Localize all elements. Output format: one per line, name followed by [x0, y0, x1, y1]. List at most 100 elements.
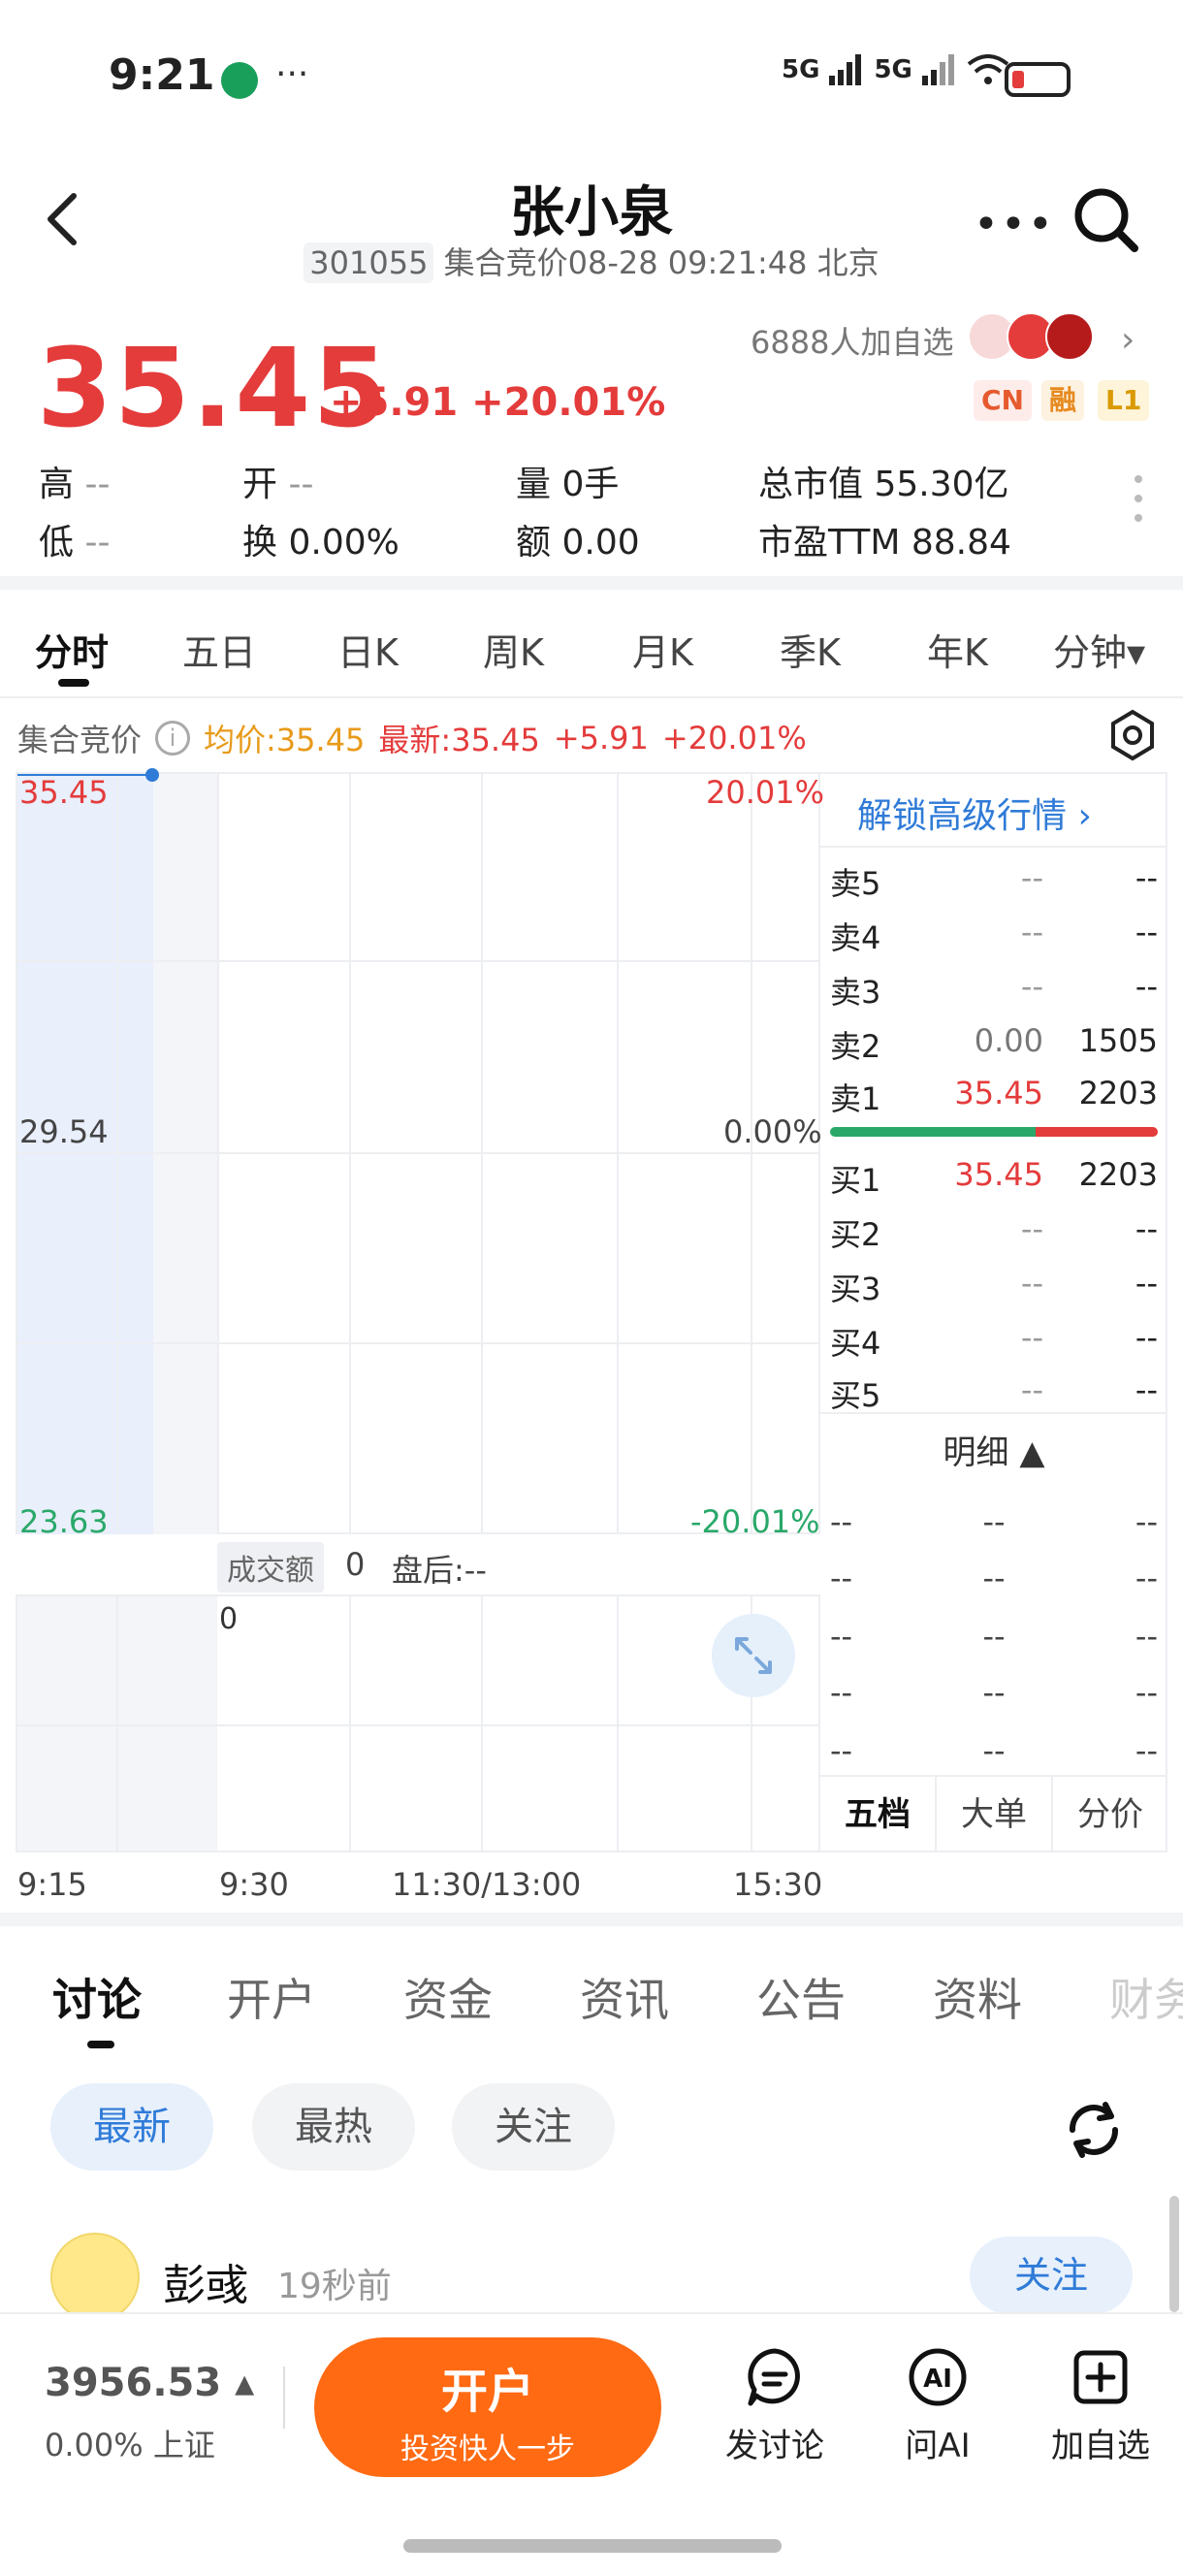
- plus-square-icon: [1073, 2350, 1128, 2404]
- ask-ai-button[interactable]: AI 问AI: [865, 2345, 1010, 2466]
- grid-line: [116, 774, 118, 1534]
- filter-following[interactable]: 关注: [452, 2083, 615, 2171]
- more-icon[interactable]: •••: [974, 200, 1055, 249]
- time-label: 9:15: [17, 1866, 87, 1903]
- scrollbar[interactable]: [1169, 2196, 1179, 2312]
- detail-header[interactable]: 明细 ▲: [820, 1426, 1167, 1473]
- ask-price: 0.00: [974, 1022, 1043, 1059]
- quote-low-label: 低: [39, 523, 75, 563]
- quote-high-value: --: [84, 465, 111, 504]
- index-value[interactable]: 3956.53 ▴: [45, 2361, 254, 2405]
- tab-intraday[interactable]: 分时: [35, 623, 109, 676]
- post-time: 19秒前: [277, 2267, 392, 2306]
- tag-cn: CN: [974, 380, 1032, 421]
- chart-change-pct: +20.01%: [661, 720, 807, 757]
- home-indicator[interactable]: [403, 2539, 782, 2553]
- watch-count[interactable]: 6888人加自选: [751, 318, 953, 363]
- info-icon[interactable]: i: [155, 721, 191, 756]
- quote-low-value: --: [84, 523, 111, 563]
- bid-row: 买1 35.45 2203: [830, 1156, 1158, 1201]
- tab-minute[interactable]: 分钟▾: [1053, 623, 1145, 676]
- tab-funds[interactable]: 资金: [403, 1965, 493, 2029]
- tab-daily-k[interactable]: 日K: [337, 623, 399, 676]
- sell-strength-bar: [1036, 1127, 1158, 1137]
- bid-row: 买4 -- --: [830, 1319, 1158, 1364]
- section-divider: [0, 1913, 1183, 1926]
- refresh-icon[interactable]: [1059, 2095, 1129, 2165]
- quote-pe-value: 88.84: [911, 523, 1011, 563]
- chart-change: +5.91: [553, 720, 649, 757]
- tab-price-distribution[interactable]: 分价: [1053, 1777, 1167, 1852]
- status-time: 9:21: [109, 50, 215, 100]
- ask-ai-label: 问AI: [905, 2427, 971, 2465]
- avg-price: 均价:35.45: [204, 722, 366, 758]
- tab-yearly-k[interactable]: 年K: [927, 623, 988, 676]
- tag-margin: 融: [1041, 380, 1085, 421]
- quote-turnover-value: 0.00%: [288, 523, 400, 563]
- grid-line: [17, 1342, 820, 1344]
- ai-icon: AI: [909, 2348, 967, 2406]
- pct-axis-bot: -20.01%: [690, 1503, 820, 1540]
- quote-amount-value: 0.00: [561, 523, 640, 563]
- quote-volume-label: 量: [516, 465, 552, 504]
- grid-line: [116, 1596, 118, 1851]
- quote-high: 高 --: [39, 456, 110, 506]
- after-hours: 盘后:--: [392, 1552, 487, 1589]
- tab-quarterly-k[interactable]: 季K: [780, 623, 841, 676]
- open-account-title: 开户: [440, 2365, 534, 2419]
- more-quote-handle[interactable]: [1135, 475, 1144, 533]
- quote-pe: 市盈TTM 88.84: [758, 514, 1011, 564]
- time-label: 15:30: [733, 1866, 823, 1903]
- tab-large-orders[interactable]: 大单: [937, 1777, 1053, 1852]
- tab-profile[interactable]: 资料: [933, 1965, 1022, 2029]
- ask-volume: --: [1135, 968, 1158, 1005]
- tab-monthly-k[interactable]: 月K: [632, 623, 693, 676]
- unlock-advanced-link[interactable]: 解锁高级行情 ›: [857, 788, 1092, 838]
- expand-icon[interactable]: [712, 1614, 795, 1697]
- filter-latest[interactable]: 最新: [50, 2083, 213, 2171]
- tab-five-levels[interactable]: 五档: [820, 1777, 937, 1852]
- bid-volume: --: [1135, 1210, 1158, 1247]
- tab-open-account[interactable]: 开户: [227, 1965, 316, 2029]
- filter-hot[interactable]: 最热: [252, 2083, 415, 2171]
- index-subtitle[interactable]: 0.00% 上证: [45, 2421, 215, 2465]
- avatar[interactable]: [50, 2233, 140, 2322]
- quote-open-value: --: [288, 465, 314, 504]
- buy-strength-bar: [830, 1127, 1036, 1137]
- vertical-divider: [283, 2367, 285, 2429]
- ask-label: 卖2: [830, 1028, 881, 1065]
- pct-axis-top: 20.01%: [706, 774, 825, 811]
- search-icon[interactable]: [1071, 184, 1140, 254]
- ask-price: --: [1020, 968, 1043, 1005]
- tab-weekly-k[interactable]: 周K: [483, 623, 544, 676]
- bid-price: 35.45: [954, 1156, 1043, 1193]
- post-author[interactable]: 彭彧: [163, 2250, 248, 2312]
- add-watchlist-label: 加自选: [1051, 2427, 1150, 2465]
- tab-discussion[interactable]: 讨论: [52, 1965, 142, 2029]
- detail-price: --: [982, 1503, 1006, 1540]
- time-label: 9:30: [219, 1866, 289, 1903]
- chevron-right-icon[interactable]: ›: [1121, 320, 1135, 360]
- bid-label: 买3: [830, 1271, 881, 1307]
- volume-label[interactable]: 成交额: [217, 1542, 324, 1593]
- detail-volume: --: [1135, 1503, 1159, 1540]
- ask-row: 卖2 0.00 1505: [830, 1022, 1158, 1067]
- settings-icon[interactable]: [1105, 708, 1160, 762]
- tab-5day[interactable]: 五日: [182, 623, 256, 676]
- follow-button[interactable]: 关注: [970, 2237, 1133, 2314]
- signal-icons: 5G 5G: [782, 54, 1009, 85]
- latest-price: 最新:35.45: [378, 722, 540, 758]
- ask-row: 卖1 35.45 2203: [830, 1075, 1158, 1119]
- quote-high-label: 高: [39, 465, 75, 504]
- chart-header: 集合竞价 i 均价:35.45 最新:35.45 +5.91 +20.01%: [17, 716, 807, 760]
- tab-news[interactable]: 资讯: [580, 1965, 669, 2029]
- add-watchlist-button[interactable]: 加自选: [1028, 2345, 1173, 2466]
- open-account-button[interactable]: 开户 投资快人一步: [314, 2337, 661, 2477]
- post-discussion-button[interactable]: 发讨论: [702, 2345, 847, 2466]
- watcher-avatars[interactable]: [968, 312, 1094, 361]
- bid-label: 买4: [830, 1325, 881, 1362]
- tab-announcements[interactable]: 公告: [756, 1965, 846, 2029]
- tab-financials[interactable]: 财务: [1109, 1965, 1183, 2029]
- detail-time: --: [830, 1674, 853, 1711]
- quote-amount: 额 0.00: [516, 514, 640, 564]
